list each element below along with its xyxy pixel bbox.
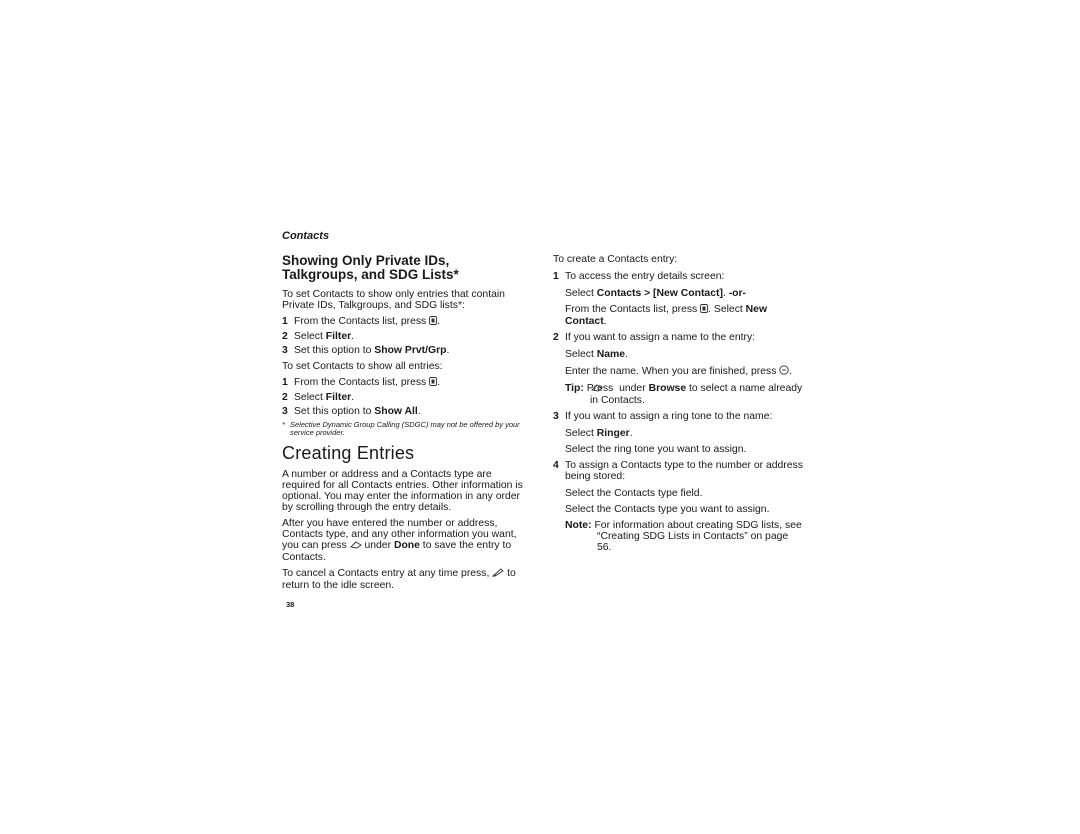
paragraph: A number or address and a Contacts type … xyxy=(282,469,523,513)
step-item: 2 Select Filter. xyxy=(282,331,355,342)
step-detail: Select Contacts > [New Contact]. -or- xyxy=(565,288,747,299)
step-item: 3 Set this option to Show All. xyxy=(282,406,421,417)
intro-text: To create a Contacts entry: xyxy=(553,254,678,265)
end-key-icon xyxy=(492,568,504,580)
step-item: 1 From the Contacts list, press . xyxy=(282,377,441,389)
subsection-heading: Showing Only Private IDs, Talkgroups, an… xyxy=(282,253,459,282)
left-column: Showing Only Private IDs, Talkgroups, an… xyxy=(282,254,532,596)
step-item: 2 Select Filter. xyxy=(282,392,355,403)
step-item: 3 If you want to assign a ring tone to th… xyxy=(553,411,773,422)
menu-key-icon xyxy=(429,377,438,389)
step-detail: From the Contacts list, press . Select N… xyxy=(565,304,768,327)
step-item: 1 To access the entry details screen: xyxy=(553,271,725,282)
step-detail: Select Ringer. xyxy=(565,428,633,439)
step-detail: Select Name. xyxy=(565,349,628,360)
tip: Tip: Press under Browse to select a name… xyxy=(565,383,803,406)
menu-key-icon xyxy=(700,304,709,316)
manual-page: Contacts Showing Only Private IDs, Talkg… xyxy=(0,0,1080,834)
menu-key-icon xyxy=(429,316,438,328)
step-item: 2 If you want to assign a name to the ent… xyxy=(553,332,756,343)
paragraph: After you have entered the number or add… xyxy=(282,518,517,563)
page-number: 38 xyxy=(286,600,295,609)
step-detail: Enter the name. When you are finished, p… xyxy=(565,365,793,378)
footnote: * Selective Dynamic Group Calling (SDGC) … xyxy=(282,420,520,437)
page-title: Creating Entries xyxy=(282,443,415,463)
note: Note: For information about creating SDG… xyxy=(565,520,802,553)
intro-text: To set Contacts to show only entries tha… xyxy=(282,289,505,311)
right-column: To create a Contacts entry: 1 To access t… xyxy=(553,254,803,558)
step-detail: Select the ring tone you want to assign. xyxy=(565,444,747,455)
step-item: 1 From the Contacts list, press . xyxy=(282,316,441,328)
paragraph: To cancel a Contacts entry at any time p… xyxy=(282,568,516,591)
step-item: 3 Set this option to Show Prvt/Grp. xyxy=(282,345,450,356)
step-detail: Select the Contacts type field. xyxy=(565,488,703,499)
intro-text: To set Contacts to show all entries: xyxy=(282,361,443,372)
softkey-icon xyxy=(349,541,362,552)
step-item: 4 To assign a Contacts type to the number… xyxy=(553,460,803,482)
section-header: Contacts xyxy=(282,230,330,242)
ok-key-icon xyxy=(779,365,789,378)
step-detail: Select the Contacts type you want to ass… xyxy=(565,504,770,515)
